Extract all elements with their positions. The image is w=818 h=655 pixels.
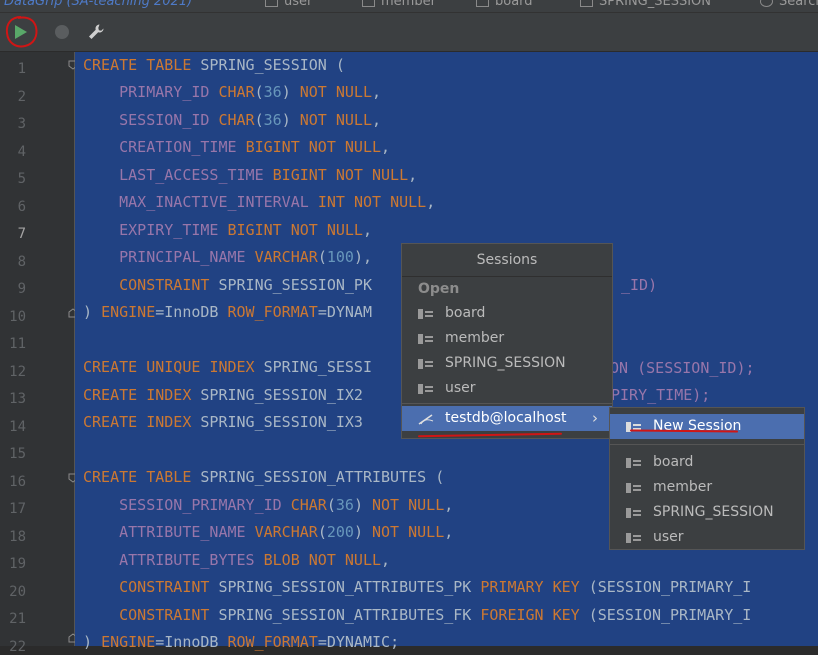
console-icon [626, 533, 641, 543]
menu-separator [402, 403, 612, 404]
line-number: 3 [17, 116, 26, 132]
code-line: CREATE INDEX SPRING_SESSION_IX3 [83, 413, 363, 431]
console-icon [418, 359, 433, 369]
line-number: 21 [9, 611, 26, 627]
table-icon [265, 0, 278, 7]
tab-member[interactable]: member [362, 0, 436, 9]
line-number: 16 [9, 474, 26, 490]
code-line: CREATE UNIQUE INDEX SPRING_SESSI [83, 358, 372, 376]
settings-button[interactable] [86, 22, 106, 42]
datasource-item-testdb[interactable]: testdb@localhost › [402, 406, 612, 431]
session-item-board[interactable]: board [402, 301, 612, 326]
code-line: LAST_ACCESS_TIME BIGINT NOT NULL, [119, 166, 418, 184]
tab-project[interactable]: DataGrip (SA-teaching 2021) [4, 0, 192, 9]
wrench-icon [89, 24, 104, 39]
line-number: 15 [9, 446, 26, 462]
new-session-item[interactable]: New Session [610, 414, 804, 439]
code-line: ) ENGINE=InnoDB ROW_FORMAT=DYNAMIC; [83, 633, 400, 651]
tab-board[interactable]: board [476, 0, 533, 9]
line-number: 1 [17, 61, 26, 77]
code-line: PRIMARY_ID CHAR(36) NOT NULL, [119, 83, 382, 101]
stop-icon [55, 25, 69, 39]
code-line: SESSION_ID CHAR(36) NOT NULL, [119, 111, 382, 129]
run-button[interactable] [8, 20, 32, 44]
menu-separator [610, 444, 804, 445]
line-number-current: 7 [17, 226, 26, 242]
line-number-gutter: 1 2 3 4 5 6 7 8 9 10 11 12 13 14 15 16 1… [0, 52, 74, 654]
code-line: ATTRIBUTE_NAME VARCHAR(200) NOT NULL, [119, 523, 454, 541]
code-line: MAX_INACTIVE_INTERVAL INT NOT NULL, [119, 193, 436, 211]
code-line: EXPIRY_TIME BIGINT NOT NULL, [119, 221, 372, 239]
play-icon [15, 25, 27, 39]
submenu-item-user[interactable]: user [610, 525, 804, 550]
line-number: 18 [9, 529, 26, 545]
code-line: ) ENGINE=InnoDB ROW_FORMAT=DYNAM [83, 303, 372, 321]
line-number: 6 [17, 199, 26, 215]
line-number: 17 [9, 501, 26, 517]
tab-bar: DataGrip (SA-teaching 2021) user member … [0, 0, 818, 13]
session-item-spring-session[interactable]: SPRING_SESSION [402, 351, 612, 376]
console-icon [418, 309, 433, 319]
code-line: CREATE TABLE SPRING_SESSION_ATTRIBUTES ( [83, 468, 445, 486]
table-icon [580, 0, 593, 7]
search-icon [760, 0, 773, 7]
sessions-menu: Sessions Open board member SPRING_SESSIO… [401, 243, 613, 439]
line-number: 20 [9, 584, 26, 600]
line-number: 4 [17, 144, 26, 160]
line-number: 13 [9, 391, 26, 407]
line-number: 14 [9, 419, 26, 435]
console-icon [418, 384, 433, 394]
code-line: CREATE TABLE SPRING_SESSION ( [83, 56, 345, 74]
console-icon [626, 458, 641, 468]
code-fragment: _ID) [621, 276, 658, 294]
console-icon [418, 334, 433, 344]
datasource-icon [418, 414, 434, 425]
stop-button[interactable] [52, 22, 72, 42]
line-number: 12 [9, 364, 26, 380]
line-number: 5 [17, 171, 26, 187]
line-number: 19 [9, 556, 26, 572]
table-icon [476, 0, 489, 7]
line-number: 8 [17, 254, 26, 270]
code-line: SESSION_PRIMARY_ID CHAR(36) NOT NULL, [119, 496, 454, 514]
editor-toolbar [0, 13, 818, 52]
code-line: CONSTRAINT SPRING_SESSION_PK [119, 276, 372, 294]
tab-spring-session[interactable]: SPRING_SESSION [580, 0, 711, 9]
submenu-item-board[interactable]: board [610, 450, 804, 475]
line-number: 11 [9, 336, 26, 352]
session-item-user[interactable]: user [402, 376, 612, 401]
menu-section-open: Open [418, 281, 460, 297]
line-number: 22 [9, 639, 26, 655]
line-number: 10 [9, 309, 26, 325]
line-number: 9 [17, 281, 26, 297]
menu-title: Sessions [402, 244, 612, 277]
code-fragment: ION (SESSION_ID); [601, 359, 755, 377]
session-item-member[interactable]: member [402, 326, 612, 351]
line-number: 2 [17, 89, 26, 105]
datasource-submenu: New Session board member SPRING_SESSION … [609, 407, 805, 550]
tab-user[interactable]: user [265, 0, 312, 9]
code-line: CREATION_TIME BIGINT NOT NULL, [119, 138, 391, 156]
code-line: CONSTRAINT SPRING_SESSION_ATTRIBUTES_PK … [119, 578, 752, 596]
chevron-right-icon: › [592, 409, 598, 427]
code-line: CREATE INDEX SPRING_SESSION_IX2 [83, 386, 363, 404]
code-line: ATTRIBUTE_BYTES BLOB NOT NULL, [119, 551, 391, 569]
submenu-item-spring-session[interactable]: SPRING_SESSION [610, 500, 804, 525]
code-line: PRINCIPAL_NAME VARCHAR(100), [119, 248, 372, 266]
tab-search[interactable]: Search [760, 0, 818, 9]
code-fragment: PIRY_TIME); [611, 386, 711, 404]
code-line: CONSTRAINT SPRING_SESSION_ATTRIBUTES_FK … [119, 606, 752, 624]
console-icon [626, 508, 641, 518]
console-icon [626, 483, 641, 493]
table-icon [362, 0, 375, 7]
submenu-item-member[interactable]: member [610, 475, 804, 500]
